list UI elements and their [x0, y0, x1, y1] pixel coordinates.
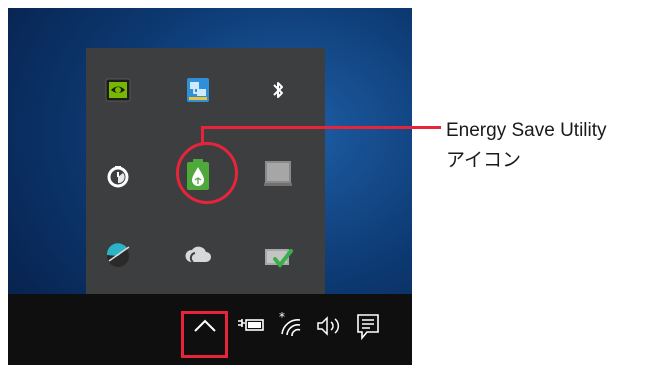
volume-icon	[317, 316, 340, 336]
volume-tray-button[interactable]	[312, 308, 346, 344]
timer-app-icon[interactable]	[100, 158, 136, 194]
energy-save-highlight-ring	[176, 142, 238, 204]
network-sharing-icon[interactable]	[180, 72, 216, 108]
bluetooth-icon[interactable]	[260, 72, 296, 108]
action-center-button[interactable]	[350, 306, 386, 346]
comet-app-icon[interactable]	[100, 236, 136, 272]
display-icon[interactable]	[260, 156, 296, 192]
wifi-icon: *	[279, 310, 301, 337]
callout-line-horizontal	[201, 126, 441, 129]
show-hidden-icons-highlight	[181, 311, 228, 358]
power-icon	[238, 319, 264, 331]
power-tray-button[interactable]	[234, 308, 268, 344]
callout-label: Energy Save Utility アイコン	[446, 116, 607, 176]
callout-title: Energy Save Utility	[446, 120, 607, 141]
device-checkmark-icon[interactable]	[260, 238, 296, 274]
cloud-icon[interactable]	[180, 237, 216, 273]
callout-subtitle: アイコン	[446, 150, 522, 171]
action-center-icon	[357, 314, 379, 340]
nvidia-icon[interactable]	[100, 72, 136, 108]
svg-text:*: *	[279, 310, 285, 324]
wifi-tray-button[interactable]: *	[272, 306, 308, 344]
